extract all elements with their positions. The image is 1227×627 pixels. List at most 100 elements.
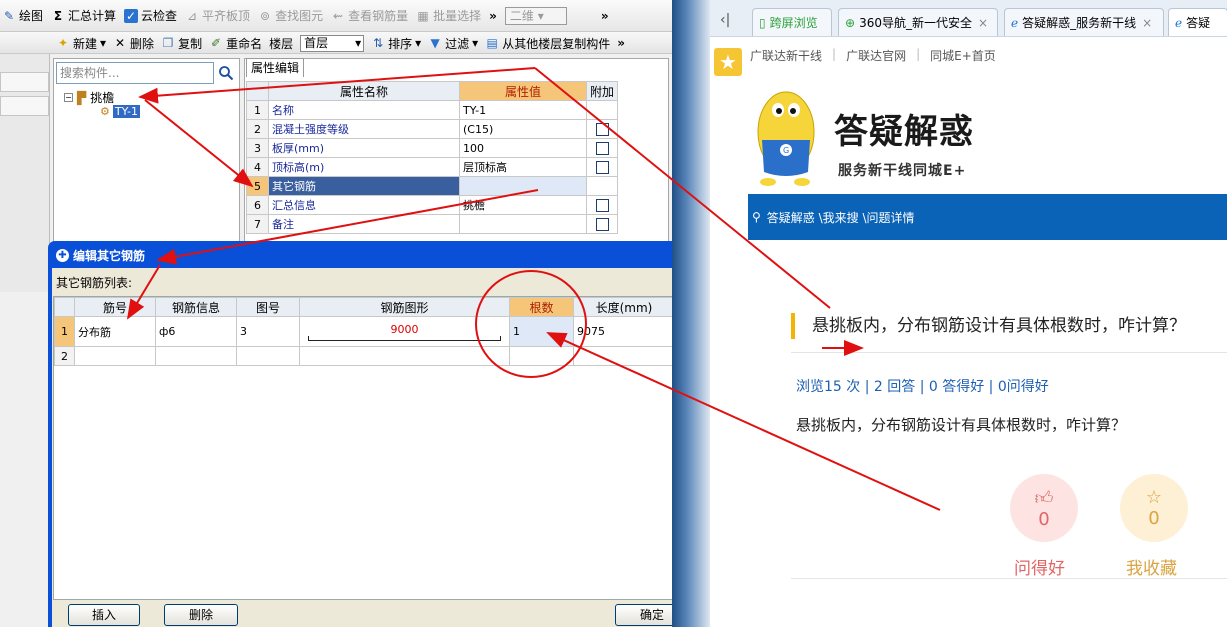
dock-bar-2[interactable] <box>0 96 49 116</box>
property-value-cell[interactable] <box>459 214 587 234</box>
collapse-icon[interactable]: − <box>64 93 73 102</box>
delete-row-button[interactable]: 删除 <box>164 604 238 626</box>
batch-select-button[interactable]: ▦ 批量选择 <box>416 7 481 24</box>
find-element-button[interactable]: ⊚ 查找图元 <box>258 7 323 24</box>
sort-button[interactable]: ⇅ 排序 ▾ <box>371 35 421 52</box>
good-question-button[interactable]: 👍︎ 0 <box>1010 474 1078 542</box>
attach-checkbox[interactable] <box>595 198 609 212</box>
property-value-cell[interactable]: 100 <box>459 138 587 158</box>
table-row[interactable]: 1 分布筋 ф6 3 9000 1 9075 <box>54 316 675 347</box>
property-name-cell[interactable]: 其它钢筋 <box>268 176 460 196</box>
property-value-cell[interactable]: TY-1 <box>459 100 587 120</box>
bar-no-cell[interactable]: 分布筋 <box>74 316 156 347</box>
nav-link[interactable]: 广联达官网 <box>846 47 906 65</box>
count-cell[interactable]: 1 <box>509 316 574 347</box>
property-name-cell[interactable]: 混凝土强度等级 <box>268 119 460 139</box>
row-number: 1 <box>246 100 269 120</box>
row-number: 3 <box>246 138 269 158</box>
draw-button[interactable]: ✎ 绘图 <box>2 7 43 24</box>
attach-cell[interactable] <box>585 138 619 158</box>
property-name-cell[interactable]: 板厚(mm) <box>268 138 460 158</box>
view-rebar-button[interactable]: ⇜ 查看钢筋量 <box>331 7 408 24</box>
property-value-cell[interactable]: 层顶标高 <box>459 157 587 177</box>
attach-cell[interactable] <box>585 119 619 139</box>
filter-button[interactable]: ▼ 过滤 ▾ <box>428 35 479 52</box>
property-value-cell[interactable]: (C15) <box>459 119 587 139</box>
property-row[interactable]: 6 汇总信息 挑檐 <box>246 195 619 215</box>
property-name-cell[interactable]: 备注 <box>268 214 460 234</box>
floor-select[interactable]: 首层 ▾ <box>300 34 365 52</box>
favorite-button[interactable]: ☆ 0 <box>1120 474 1188 542</box>
header-prop-name: 属性名称 <box>268 81 460 101</box>
property-row[interactable]: 4 顶标高(m) 层顶标高 <box>246 157 619 177</box>
attach-cell[interactable] <box>585 100 619 120</box>
insert-button[interactable]: 插入 <box>68 604 140 626</box>
cloud-check-button[interactable]: ✓ 云检查 <box>124 7 177 24</box>
attach-checkbox[interactable] <box>595 141 609 155</box>
property-row[interactable]: 5 其它钢筋 <box>246 176 619 196</box>
tab-close-icon[interactable]: × <box>1142 16 1152 30</box>
figure-no-cell[interactable] <box>236 346 300 366</box>
property-name-cell[interactable]: 顶标高(m) <box>268 157 460 177</box>
length-cell[interactable] <box>573 346 675 366</box>
tab-qa[interactable]: ℯ 答疑解惑_服务新干线 × <box>1004 8 1164 36</box>
tab-label: 360导航_新一代安全 <box>859 16 972 30</box>
attach-cell[interactable] <box>585 214 619 234</box>
tab-qa-active[interactable]: ℯ 答疑 <box>1168 8 1227 36</box>
attach-cell[interactable] <box>585 176 619 196</box>
tab-cross-screen[interactable]: ▯ 跨屏浏览 <box>752 8 832 36</box>
property-value-cell[interactable]: 挑檐 <box>459 195 587 215</box>
tab-360[interactable]: ⊕ 360导航_新一代安全 × <box>838 8 998 36</box>
dimension-select[interactable]: 二维 ▾ <box>504 6 567 25</box>
more-chevron-2[interactable]: » <box>601 9 609 23</box>
figure-no-cell[interactable]: 3 <box>236 316 300 347</box>
length-cell[interactable]: 9075 <box>573 316 675 347</box>
breadcrumb[interactable]: 答疑解惑 \我来搜 \问题详情 <box>767 209 915 226</box>
brand-tagline: 服务新干线同城E+ <box>838 163 967 179</box>
delete-button[interactable]: ✕ 删除 <box>113 35 154 52</box>
attach-checkbox[interactable] <box>595 122 609 136</box>
copy-from-floor-button[interactable]: ▤ 从其他楼层复制构件 <box>485 35 611 52</box>
rename-button[interactable]: ✐ 重命名 <box>209 35 262 52</box>
copy-button[interactable]: ❐ 复制 <box>161 35 202 52</box>
property-value-cell[interactable] <box>459 176 587 196</box>
property-row[interactable]: 3 板厚(mm) 100 <box>246 138 619 158</box>
property-name-cell[interactable]: 名称 <box>268 100 460 120</box>
nav-link[interactable]: 同城E+首页 <box>930 47 996 65</box>
rename-label: 重命名 <box>226 36 263 51</box>
star-icon[interactable]: ★ <box>714 48 742 76</box>
search-button[interactable] <box>215 62 237 84</box>
dock-bar-1[interactable] <box>0 72 49 92</box>
tree-node-root[interactable]: − ▛ 挑檐 <box>64 89 114 106</box>
summary-button[interactable]: Σ 汇总计算 <box>51 7 116 24</box>
attach-cell[interactable] <box>585 195 619 215</box>
more-chevron-1[interactable]: » <box>489 9 497 23</box>
bar-no-cell[interactable] <box>74 346 156 366</box>
more-chevron-3[interactable]: » <box>617 36 625 50</box>
bar-shape-cell[interactable]: 9000 <box>299 316 510 347</box>
level-top-button[interactable]: ⊿ 平齐板顶 <box>185 7 250 24</box>
tree-node-child[interactable]: ⚙ TY-1 <box>100 105 140 118</box>
new-button[interactable]: ✦ 新建 ▾ <box>56 35 106 52</box>
property-row[interactable]: 7 备注 <box>246 214 619 234</box>
bar-info-cell[interactable]: ф6 <box>155 316 237 347</box>
attach-checkbox[interactable] <box>595 160 609 174</box>
chevron-left-icon[interactable]: ‹| <box>720 12 730 28</box>
property-grid: 属性名称 属性值 附加 1 名称 TY-1 2 混凝土强度等级 (C15) 3 板厚(mm) 1… <box>246 81 619 234</box>
tab-property-edit[interactable]: 属性编辑 <box>246 58 304 77</box>
dialog-app-icon: ✚ <box>56 248 69 262</box>
property-row[interactable]: 1 名称 TY-1 <box>246 100 619 120</box>
table-row[interactable]: 2 <box>54 346 675 366</box>
attach-checkbox[interactable] <box>595 217 609 231</box>
nav-link[interactable]: 广联达新干线 <box>750 47 822 65</box>
find-element-label: 查找图元 <box>275 9 324 23</box>
tab-label: 答疑 <box>1186 16 1211 30</box>
search-input[interactable]: 搜索构件... <box>56 62 214 84</box>
bar-info-cell[interactable] <box>155 346 237 366</box>
attach-cell[interactable] <box>585 157 619 177</box>
property-row[interactable]: 2 混凝土强度等级 (C15) <box>246 119 619 139</box>
count-cell[interactable] <box>509 346 574 366</box>
bar-shape-cell[interactable] <box>299 346 510 366</box>
tab-close-icon[interactable]: × <box>978 16 988 30</box>
property-name-cell[interactable]: 汇总信息 <box>268 195 460 215</box>
